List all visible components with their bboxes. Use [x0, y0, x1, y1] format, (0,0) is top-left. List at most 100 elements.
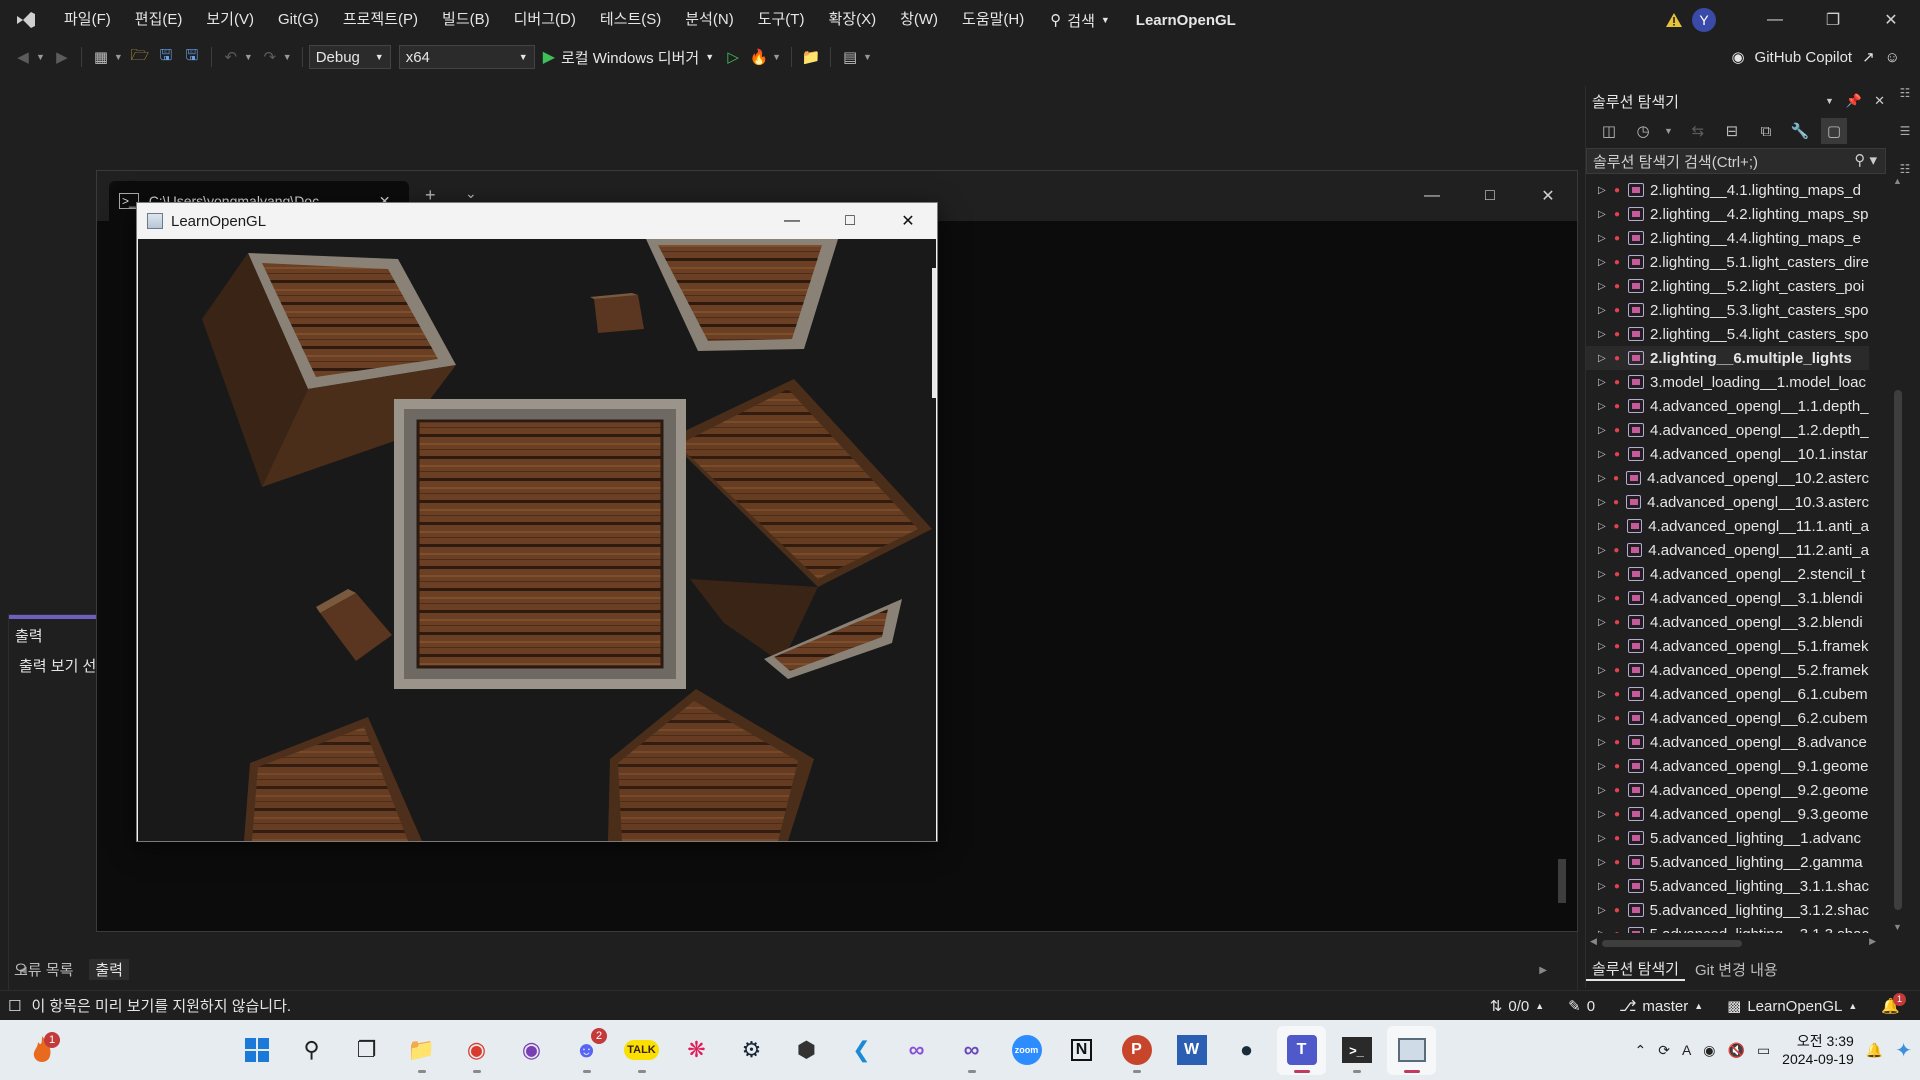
menu-project[interactable]: 프로젝트(P)	[331, 0, 430, 40]
solution-vertical-scrollbar[interactable]: ▲ ▼	[1890, 176, 1906, 932]
share-icon[interactable]: ↗	[1862, 48, 1875, 66]
expand-arrow-icon[interactable]: ▷	[1598, 233, 1614, 244]
expand-arrow-icon[interactable]: ▷	[1598, 833, 1614, 844]
solution-project-item[interactable]: ▷ ● 4.advanced_opengl__8.advance	[1586, 730, 1869, 754]
history-dropdown-icon[interactable]: ▼	[1664, 126, 1673, 136]
solution-project-item[interactable]: ▷ ● 4.advanced_opengl__3.2.blendi	[1586, 610, 1869, 634]
expand-arrow-icon[interactable]: ▷	[1598, 497, 1613, 508]
solution-project-item[interactable]: ▷ ● 2.lighting__5.1.light_casters_dire	[1586, 250, 1869, 274]
powerpoint-app[interactable]: P	[1112, 1026, 1161, 1075]
steam-app[interactable]: ⚙	[727, 1026, 776, 1075]
git-sync-status[interactable]: ⇅ 0/0 ▲	[1490, 997, 1544, 1016]
unity-app[interactable]: ⬢	[782, 1026, 831, 1075]
terminal-app[interactable]: >_	[1332, 1026, 1381, 1075]
expand-arrow-icon[interactable]: ▷	[1598, 593, 1614, 604]
volume-muted-icon[interactable]: 🔇	[1728, 1042, 1745, 1059]
battery-icon[interactable]: ▭	[1757, 1042, 1770, 1059]
back-dropdown-icon[interactable]: ▼	[36, 52, 45, 62]
taskbar-search-button[interactable]: ⚲	[287, 1026, 336, 1075]
configuration-select[interactable]: Debug ▼	[308, 45, 391, 69]
minimize-button[interactable]: —	[1403, 171, 1461, 221]
side-tab-notifications-icon[interactable]: ☰	[1900, 124, 1911, 138]
preview-icon[interactable]: ▢	[1820, 118, 1847, 144]
feedback-icon[interactable]: ☺	[1885, 49, 1900, 66]
solution-project-item[interactable]: ▷ ● 4.advanced_opengl__9.1.geome	[1586, 754, 1869, 778]
close-icon[interactable]: ✕	[1874, 93, 1885, 109]
chevron-down-icon[interactable]: ▼	[1825, 96, 1834, 106]
visual-studio-app[interactable]: ∞	[892, 1026, 941, 1075]
expand-arrow-icon[interactable]: ▷	[1598, 785, 1614, 796]
close-button[interactable]: ✕	[879, 203, 937, 239]
solution-project-item[interactable]: ▷ ● 4.advanced_opengl__10.2.asterc	[1586, 466, 1869, 490]
menu-git[interactable]: Git(G)	[266, 0, 331, 40]
solution-project-item[interactable]: ▷ ● 4.advanced_opengl__11.1.anti_a	[1586, 514, 1869, 538]
history-icon[interactable]: ◷	[1630, 118, 1656, 144]
expand-arrow-icon[interactable]: ▷	[1598, 209, 1614, 220]
solution-project-item[interactable]: ▷ ● 2.lighting__4.1.lighting_maps_d	[1586, 178, 1869, 202]
minimize-button[interactable]: —	[1746, 0, 1804, 40]
solution-project-item[interactable]: ▷● 5.advanced_lighting__3.1.3.shac	[1586, 922, 1869, 933]
maximize-button[interactable]: □	[1461, 171, 1519, 221]
opengl-render-canvas[interactable]	[138, 239, 936, 841]
pending-changes-status[interactable]: ✎ 0	[1568, 997, 1595, 1016]
platform-select[interactable]: x64 ▼	[398, 45, 535, 69]
properties-icon[interactable]: 🔧	[1787, 118, 1813, 144]
expand-arrow-icon[interactable]: ▷	[1598, 665, 1614, 676]
scroll-right-icon[interactable]: ▶	[1869, 936, 1876, 947]
expand-arrow-icon[interactable]: ▷	[1598, 305, 1614, 316]
expand-arrow-icon[interactable]: ▷	[1598, 185, 1614, 196]
solution-project-item[interactable]: ▷ ● 4.advanced_opengl__10.3.asterc	[1586, 490, 1869, 514]
start-debugging-button[interactable]: ▶ 로컬 Windows 디버거 ▼	[543, 47, 714, 68]
tab-output[interactable]: 출력	[89, 958, 129, 980]
solution-project-item[interactable]: ▷ ● 4.advanced_opengl__9.3.geome	[1586, 802, 1869, 826]
discord-app[interactable]: ☻ 2	[562, 1026, 611, 1075]
github-desktop-app[interactable]: ◉	[507, 1026, 556, 1075]
start-without-debugging-icon[interactable]: ▷	[720, 44, 746, 70]
solution-project-item[interactable]: ▷ ● 5.advanced_lighting__3.1.1.shac	[1586, 874, 1869, 898]
nvidia-app[interactable]: ●	[1222, 1026, 1271, 1075]
switch-views-icon[interactable]: ◫	[1596, 118, 1622, 144]
scroll-left-icon[interactable]: ◀	[1590, 936, 1597, 947]
search-button[interactable]: ⚲ 검색 ▼	[1036, 0, 1124, 40]
solution-project-item[interactable]: ▷ ● 5.advanced_lighting__2.gamma	[1586, 850, 1869, 874]
expand-arrow-icon[interactable]: ▷	[1598, 449, 1614, 460]
scrollbar-thumb[interactable]	[1602, 940, 1742, 947]
expand-arrow-icon[interactable]: ▷	[1598, 569, 1614, 580]
undo-icon[interactable]: ↶	[218, 44, 244, 70]
layout-icon[interactable]: ▤	[837, 44, 863, 70]
visual-studio-preview-app[interactable]: ∞	[947, 1026, 996, 1075]
menu-view[interactable]: 보기(V)	[194, 0, 266, 40]
vscode-app[interactable]: ❮	[837, 1026, 886, 1075]
menu-tools[interactable]: 도구(T)	[746, 0, 817, 40]
menu-window[interactable]: 창(W)	[888, 0, 950, 40]
sync-icon[interactable]: ⟳	[1658, 1042, 1670, 1059]
menu-build[interactable]: 빌드(B)	[430, 0, 502, 40]
solution-explorer-search-input[interactable]: 솔루션 탐색기 검색(Ctrl+;) ⚲ ▾	[1586, 148, 1886, 174]
solution-project-item[interactable]: ▷ ● 4.advanced_opengl__6.1.cubem	[1586, 682, 1869, 706]
zoom-app[interactable]: zoom	[1002, 1026, 1051, 1075]
show-hidden-icons-icon[interactable]: ⌃	[1634, 1042, 1646, 1059]
github-copilot-button[interactable]: ◉ GitHub Copilot ↗ ☺	[1731, 40, 1900, 74]
solution-project-item[interactable]: ▷ ● 4.advanced_opengl__3.1.blendi	[1586, 586, 1869, 610]
branch-selector[interactable]: ⎇ master ▲	[1619, 997, 1703, 1016]
wifi-icon[interactable]: ◉	[1703, 1042, 1715, 1059]
solution-horizontal-scrollbar[interactable]: ◀ ▶	[1586, 936, 1886, 950]
solution-project-item[interactable]: ▷ ● 4.advanced_opengl__11.2.anti_a	[1586, 538, 1869, 562]
tab-error-list[interactable]: 오류 목록	[8, 959, 79, 980]
show-all-files-icon[interactable]: ⧉	[1753, 118, 1779, 144]
solution-project-item[interactable]: ▷ ● 4.advanced_opengl__2.stencil_t	[1586, 562, 1869, 586]
clock[interactable]: 오전 3:39 2024-09-19	[1782, 1032, 1854, 1068]
repository-selector[interactable]: ▩ LearnOpenGL ▲	[1727, 997, 1857, 1016]
open-folder-icon[interactable]: 🗁	[127, 44, 153, 70]
scroll-down-icon[interactable]: ▼	[1893, 922, 1902, 932]
solution-project-item[interactable]: ▷ ● 4.advanced_opengl__1.2.depth_	[1586, 418, 1869, 442]
layout-dropdown-icon[interactable]: ▼	[863, 52, 872, 62]
kakaotalk-app[interactable]: TALK	[617, 1026, 666, 1075]
restore-button[interactable]: ❐	[1804, 0, 1862, 40]
solution-project-item[interactable]: ▷ ● 4.advanced_opengl__5.1.framek	[1586, 634, 1869, 658]
expand-arrow-icon[interactable]: ▷	[1598, 281, 1614, 292]
menu-test[interactable]: 테스트(S)	[588, 0, 673, 40]
expand-arrow-icon[interactable]: ▷	[1598, 617, 1614, 628]
output-vertical-scrollbar[interactable]: ▼	[1556, 859, 1568, 1011]
solution-project-item[interactable]: ▷ ● 4.advanced_opengl__6.2.cubem	[1586, 706, 1869, 730]
